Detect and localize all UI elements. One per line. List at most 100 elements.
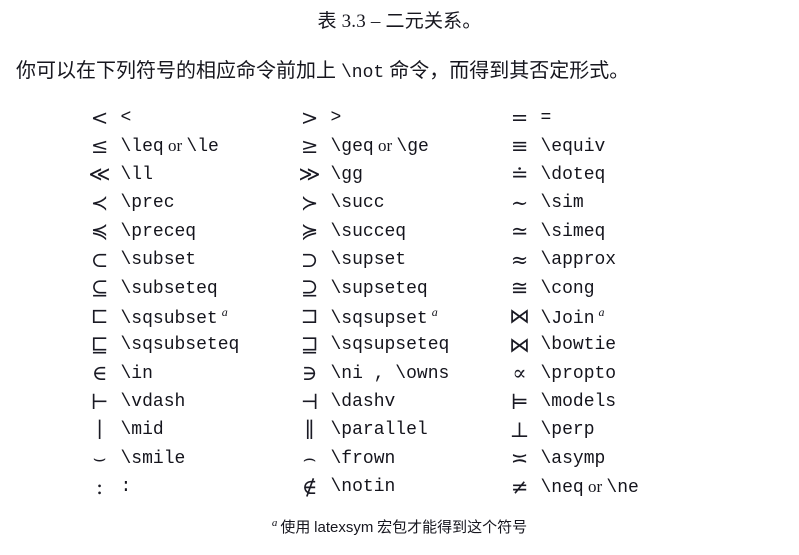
table-body: < < > > = = ≤ \leq or \le ≥ \geq or \ge ≡ \equiv ≪ \l… [79, 104, 721, 501]
symbol-command: < [121, 104, 289, 132]
table-row: < < > > = = [79, 104, 721, 132]
symbol-command: \perp [541, 416, 721, 444]
symbol-glyph: ≺ [90, 190, 109, 215]
command-primary: \propto [540, 363, 617, 384]
footnote-text-after: 宏包才能得到这个符号 [373, 520, 528, 536]
footnote-ref-icon: a [598, 304, 605, 319]
symbol-command: \ni , \owns [331, 360, 499, 388]
command-primary: \Join [540, 308, 595, 329]
symbol-command: : [121, 473, 289, 501]
command-primary: \vdash [120, 392, 186, 413]
command-primary: \neq [540, 477, 584, 498]
symbol-command: \neq or \ne [541, 473, 721, 501]
symbol-glyph: ≅ [510, 276, 529, 301]
symbol-command: \mid [121, 416, 289, 444]
symbol-command: \sqsupset a [331, 303, 499, 331]
symbol-command: \models [541, 388, 721, 416]
table-row: ⊆ \subseteq ⊇ \supseteq ≅ \cong [79, 274, 721, 302]
command-primary: \ll [120, 164, 153, 185]
symbol-command: \dashv [331, 388, 499, 416]
command-primary: \sqsubset [120, 308, 218, 329]
symbol-glyph: < [90, 105, 109, 130]
symbol-command: \sqsubseteq [121, 331, 289, 359]
table-row: ⊢ \vdash ⊣ \dashv ⊨ \models [79, 388, 721, 416]
intro-paragraph: 你可以在下列符号的相应命令前加上 \not 命令，而得到其否定形式。 [0, 31, 799, 82]
symbol-command: \geq or \ge [331, 132, 499, 160]
symbol-command: \supseteq [331, 274, 499, 302]
symbol-glyph: ≐ [510, 162, 529, 187]
command-primary: \dashv [330, 392, 396, 413]
symbol-glyph: ∋ [301, 361, 318, 386]
symbol-command: \doteq [541, 161, 721, 189]
symbol-glyph: ⌣ [92, 446, 107, 471]
symbol-glyph: ≻ [300, 190, 319, 215]
symbol-glyph: ∥ [304, 417, 315, 442]
symbol-glyph: ⊒ [300, 332, 319, 357]
command-primary: \doteq [540, 164, 606, 185]
symbol-glyph: ⊂ [90, 247, 109, 272]
symbol-glyph: ⊑ [90, 332, 109, 357]
table-row: ∈ \in ∋ \ni , \owns ∝ \propto [79, 360, 721, 388]
command-primary: < [120, 108, 132, 129]
table-row: ≪ \ll ≫ \gg ≐ \doteq [79, 161, 721, 189]
footnote-package-name: latexsym [314, 519, 374, 536]
intro-text-after: 命令，而得到其否定形式。 [384, 60, 630, 82]
command-primary: \geq [330, 137, 374, 158]
symbol-glyph: ∣ [96, 417, 103, 442]
symbol-glyph: ≃ [510, 219, 529, 244]
symbol-command: \bowtie [541, 331, 721, 359]
intro-text-before: 你可以在下列符号的相应命令前加上 [16, 60, 341, 82]
symbol-glyph: ≈ [510, 247, 529, 272]
command-primary: \sqsubseteq [120, 335, 240, 356]
binary-relations-table-wrapper: < < > > = = ≤ \leq or \le ≥ \geq or \ge ≡ \equiv ≪ \l… [0, 104, 799, 501]
command-primary: \subseteq [120, 278, 218, 299]
symbol-glyph: > [300, 105, 319, 130]
command-primary: \leq [120, 137, 164, 158]
command-primary: \in [120, 363, 153, 384]
table-row: ∣ \mid ∥ \parallel ⊥ \perp [79, 416, 721, 444]
command-primary: \succ [330, 193, 385, 214]
table-caption: 表 3.3 – 二元关系。 [317, 11, 482, 32]
symbol-glyph: ⊃ [300, 247, 319, 272]
command-primary: \gg [330, 164, 363, 185]
symbol-command: \succ [331, 189, 499, 217]
command-primary: \frown [330, 448, 396, 469]
symbol-command: \gg [331, 161, 499, 189]
symbol-glyph: ≽ [300, 219, 319, 244]
command-primary: \ni , \owns [330, 363, 450, 384]
symbol-glyph: = [510, 105, 529, 130]
symbol-command: \parallel [331, 416, 499, 444]
symbol-glyph: ⊢ [90, 389, 109, 414]
symbol-command: \approx [541, 246, 721, 274]
symbol-glyph: ⊏ [90, 304, 109, 329]
footnote-ref-icon: a [431, 304, 438, 319]
symbol-glyph: ∝ [512, 361, 527, 386]
command-primary: \bowtie [540, 335, 617, 356]
table-row: ⌣ \smile ⌢ \frown ≍ \asymp [79, 445, 721, 473]
table-row: ⊂ \subset ⊃ \supset ≈ \approx [79, 246, 721, 274]
symbol-command: \propto [541, 360, 721, 388]
table-row: ≼ \preceq ≽ \succeq ≃ \simeq [79, 218, 721, 246]
symbol-glyph: ⊣ [300, 389, 319, 414]
symbol-glyph: ⊇ [300, 276, 319, 301]
command-primary: \simeq [540, 221, 606, 242]
command-primary: > [330, 108, 342, 129]
command-primary: \sqsupset [330, 308, 428, 329]
symbol-command: \subseteq [121, 274, 289, 302]
symbol-glyph: ⊐ [300, 304, 319, 329]
command-primary: \prec [120, 193, 175, 214]
symbol-command: > [331, 104, 499, 132]
command-primary: \preceq [120, 221, 197, 242]
command-primary: \notin [330, 477, 396, 498]
symbol-command: \smile [121, 445, 289, 473]
command-primary: \approx [540, 250, 617, 271]
symbol-command: \asymp [541, 445, 721, 473]
symbol-glyph: ≪ [88, 162, 111, 187]
symbol-command: = [541, 104, 721, 132]
symbol-glyph: ≫ [298, 162, 321, 187]
symbol-glyph: ≡ [510, 134, 529, 159]
symbol-command: \frown [331, 445, 499, 473]
command-alternate: \ne [606, 477, 639, 498]
command-primary: \sqsupseteq [330, 335, 450, 356]
command-primary: \succeq [330, 221, 407, 242]
